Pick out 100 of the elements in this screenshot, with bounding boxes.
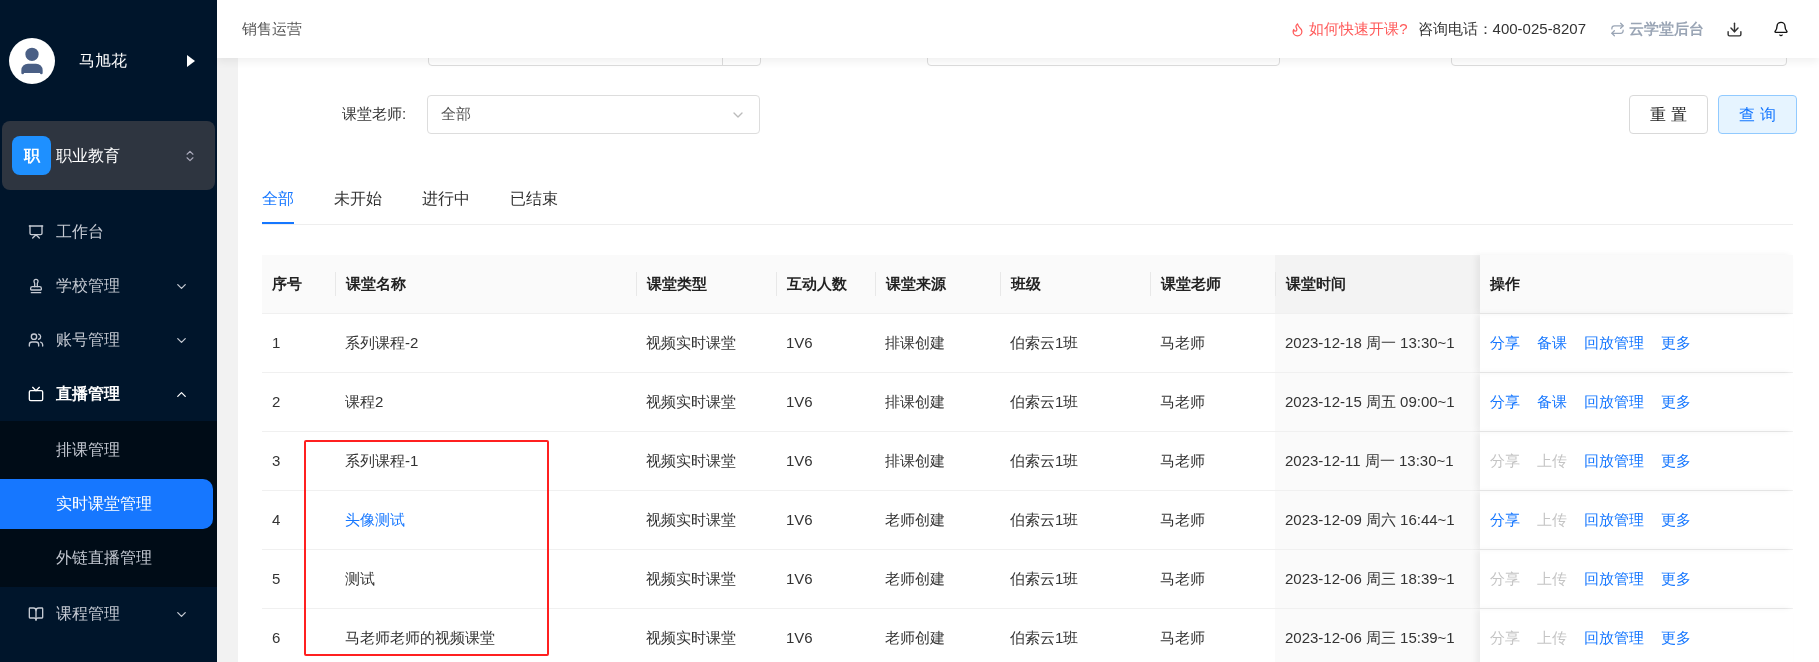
breadcrumb: 销售运营 [242,18,302,39]
table-cell-text: 马老师 [1159,568,1206,589]
action-link[interactable]: 更多 [1661,508,1691,532]
table-cell-text: 视频实时课堂 [645,568,737,589]
table-cell-text: 3 [271,450,282,471]
tab[interactable]: 进行中 [422,175,470,224]
action-link[interactable]: 回放管理 [1584,331,1644,355]
table-cell-text: 测试 [344,568,376,589]
name-link[interactable]: 头像测试 [335,491,636,549]
action-link[interactable]: 备课 [1537,331,1567,355]
table-cell-text: 伯索云1班 [1009,509,1080,530]
tab[interactable]: 未开始 [334,175,382,224]
action-link[interactable]: 回放管理 [1584,567,1644,591]
menu-item[interactable]: 直播管理 [0,367,217,421]
action-link[interactable]: 更多 [1661,626,1691,650]
column-header: 序号 [271,273,303,294]
avatar-icon[interactable] [9,37,55,84]
refresh-icon [1610,21,1625,37]
table-cell-text: 视频实时课堂 [645,391,737,412]
table-cell-text: 5 [271,568,282,589]
table-cell-text: 1V6 [785,627,814,648]
action-link[interactable]: 分享 [1490,390,1520,414]
presentation-icon [28,224,44,240]
action-link[interactable]: 回放管理 [1584,390,1644,414]
query-button[interactable]: 查 询 [1718,95,1797,134]
table-cell-text: 1V6 [785,568,814,589]
column-header: 课堂名称 [335,255,636,313]
action-link[interactable]: 回放管理 [1584,626,1644,650]
triangle-right-icon[interactable] [187,54,195,67]
table-cell-text: 系列课程-2 [344,332,420,353]
table-cell-text: 马老师 [1159,332,1206,353]
tv-icon [28,386,44,402]
table-cell-text: 伯索云1班 [1009,332,1080,353]
menu-item[interactable]: 课程管理 [0,587,217,641]
submenu-item[interactable]: 实时课堂管理 [0,479,213,529]
tab[interactable]: 已结束 [510,175,558,224]
action-link[interactable]: 备课 [1537,390,1567,414]
table-cell-text: 1V6 [785,450,814,471]
teacher-select[interactable]: 全部 [427,95,760,134]
table-cell-text: 课程2 [344,391,385,412]
tab[interactable]: 全部 [262,175,294,224]
table-cell-text: 排课创建 [884,332,946,353]
menu-item[interactable]: 账号管理 [0,313,217,367]
table-cell-text: 老师创建 [884,509,946,530]
column-header: 课堂来源 [875,255,1000,313]
action-link[interactable]: 更多 [1661,390,1691,414]
user-name: 马旭花 [79,50,127,71]
table-cell: 2023-12-06 周三 15:39~1 [1275,609,1480,662]
table-cell-text: 马老师 [1159,391,1206,412]
table-cell-text: 1V6 [785,391,814,412]
menu-item[interactable]: 工作台 [0,205,217,259]
table-cell-text: 马老师老师的视频课堂 [344,627,496,648]
table-cell-text: 排课创建 [884,450,946,471]
action-link[interactable]: 分享 [1490,508,1520,532]
table-cell-text: 系列课程-1 [344,450,420,471]
submenu-item[interactable]: 外链直播管理 [0,533,213,583]
org-switcher[interactable]: 职 职业教育 [2,121,215,190]
table-cell-text: 伯索云1班 [1009,391,1080,412]
column-header: 操作 [1480,255,1793,313]
bell-icon[interactable] [1773,21,1789,37]
table-cell-text: 视频实时课堂 [645,509,737,530]
table-cell-text: 伯索云1班 [1009,450,1080,471]
action-link[interactable]: 回放管理 [1584,508,1644,532]
table-cell-text: 伯索云1班 [1009,627,1080,648]
table-cell-text: 1V6 [785,332,814,353]
table-cell-text: 视频实时课堂 [645,450,737,471]
table-cell-text: 1V6 [785,509,814,530]
table-cell-text: 伯索云1班 [1009,568,1080,589]
table-cell-text: 马老师 [1159,627,1206,648]
book-icon [28,606,44,622]
table-cell-text: 马老师 [1159,450,1206,471]
table-cell: 2023-12-09 周六 16:44~1 [1275,491,1480,549]
table-cell-text: 1 [271,332,282,353]
download-icon[interactable] [1726,20,1743,38]
backend-link[interactable]: 云学堂后台 [1629,17,1704,41]
table-cell-text: 2 [271,391,282,412]
reset-button[interactable]: 重 置 [1629,95,1708,134]
table-cell-text: 排课创建 [884,391,946,412]
column-header: 课堂类型 [636,255,776,313]
action-link[interactable]: 回放管理 [1584,449,1644,473]
table-cell: 2023-12-15 周五 09:00~1 [1275,373,1480,431]
table-cell-text: 4 [271,509,282,530]
org-name: 职业教育 [56,145,120,166]
action-link[interactable]: 更多 [1661,449,1691,473]
table-cell: 2023-12-06 周三 18:39~1 [1275,550,1480,608]
action-link[interactable]: 分享 [1490,331,1520,355]
action-link[interactable]: 更多 [1661,331,1691,355]
help-link[interactable]: 如何快速开课? [1309,17,1408,41]
column-header: 班级 [1000,255,1150,313]
phone-text: 咨询电话：400-025-8207 [1417,18,1586,39]
stamp-icon [28,278,44,294]
table-cell-text: 6 [271,627,282,648]
table-cell-text: 老师创建 [884,627,946,648]
submenu-item[interactable]: 排课管理 [0,425,213,475]
table-cell-text: 马老师 [1159,509,1206,530]
table-cell-text: 视频实时课堂 [645,627,737,648]
menu-item[interactable]: 学校管理 [0,259,217,313]
users-icon [28,332,44,348]
action-link[interactable]: 更多 [1661,567,1691,591]
table-cell-text: 老师创建 [884,568,946,589]
